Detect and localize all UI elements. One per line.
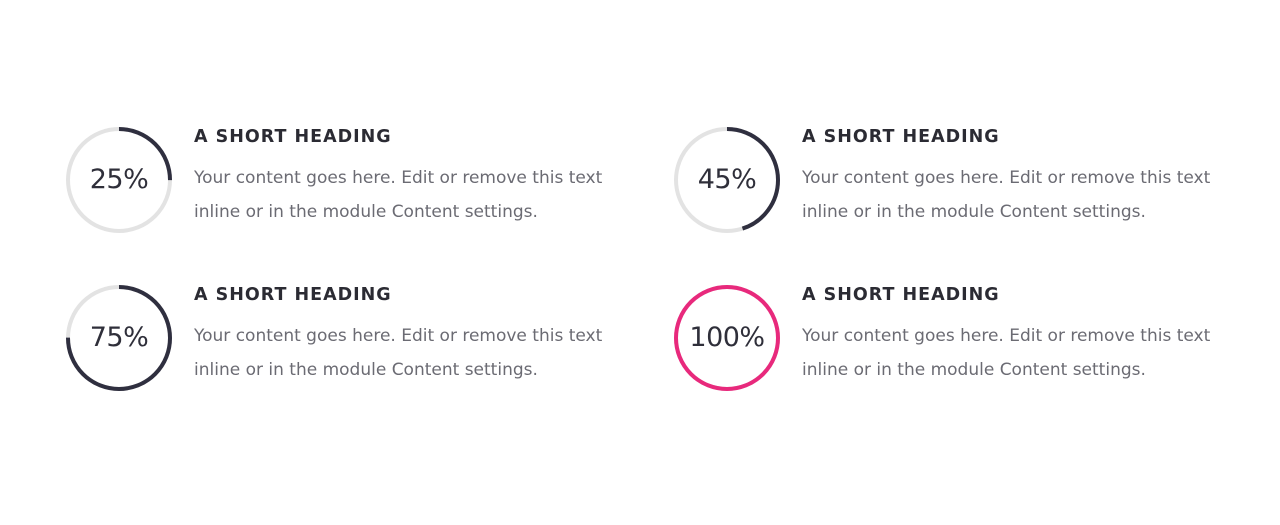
circle-counter: 45% [672, 125, 782, 235]
counter-item: 25% A SHORT HEADING Your content goes he… [64, 125, 624, 245]
counter-body-text: Your content goes here. Edit or remove t… [802, 326, 1211, 380]
counter-item: 75% A SHORT HEADING Your content goes he… [64, 283, 624, 403]
counter-item: 100% A SHORT HEADING Your content goes h… [672, 283, 1232, 403]
circle-counter: 25% [64, 125, 174, 235]
circle-counter: 100% [672, 283, 782, 393]
circle-counter: 75% [64, 283, 174, 393]
counter-body-text: Your content goes here. Edit or remove t… [194, 326, 603, 380]
counter-heading: A SHORT HEADING [802, 127, 1000, 147]
percent-value: 25% [89, 164, 149, 195]
percent-value: 75% [89, 322, 149, 353]
counter-body-text: Your content goes here. Edit or remove t… [802, 168, 1211, 222]
percent-value: 100% [689, 322, 765, 353]
counter-body-text: Your content goes here. Edit or remove t… [194, 168, 603, 222]
counter-heading: A SHORT HEADING [194, 127, 392, 147]
counter-heading: A SHORT HEADING [802, 285, 1000, 305]
counter-item: 45% A SHORT HEADING Your content goes he… [672, 125, 1232, 245]
circle-counters-section: 25% A SHORT HEADING Your content goes he… [0, 0, 1280, 525]
counter-heading: A SHORT HEADING [194, 285, 392, 305]
percent-value: 45% [697, 164, 757, 195]
